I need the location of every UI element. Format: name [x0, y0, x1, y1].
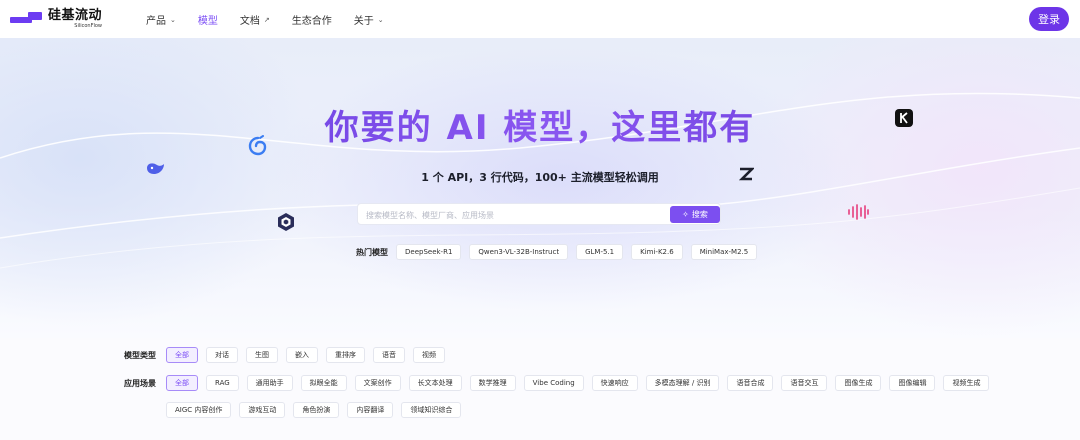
hot-model-chip[interactable]: GLM-5.1	[576, 244, 624, 260]
hot-model-chip[interactable]: Kimi-K2.6	[631, 244, 683, 260]
scene-chip[interactable]: 通用助手	[246, 375, 293, 391]
scene-chip[interactable]: 长文本处理	[408, 375, 462, 391]
scene-chip[interactable]: 语音交互	[781, 375, 828, 391]
type-chip[interactable]: 嵌入	[286, 347, 318, 363]
type-chip[interactable]: 语音	[373, 347, 405, 363]
search-button[interactable]: ✧ 搜索	[670, 206, 720, 223]
menu-item-label: 产品	[146, 16, 166, 27]
model-type-label: 模型类型	[124, 350, 156, 360]
external-link-icon: ↗	[263, 15, 270, 24]
hot-model-chip[interactable]: Qwen3-VL-32B-Instruct	[469, 244, 569, 260]
search-button-label: 搜索	[691, 210, 708, 219]
scene-filter-row-2: AIGC 内容创作 游戏互动 角色扮演 内容翻译 领域知识综合	[166, 402, 469, 418]
menu-item-label: 模型	[197, 16, 218, 27]
scene-chip[interactable]: 内容翻译	[347, 402, 394, 418]
model-search-box: ✧ 搜索	[357, 203, 721, 225]
scene-chip[interactable]: 图像生成	[835, 375, 882, 391]
scene-chip[interactable]: RAG	[206, 375, 239, 391]
sparkle-icon: ✧	[682, 210, 689, 219]
scene-chip-all[interactable]: 全部	[166, 375, 198, 391]
menu-item-label: 关于	[353, 16, 374, 27]
model-search-input[interactable]	[366, 207, 666, 223]
filter-panel: 模型类型 全部 对话 生图 嵌入 重排序 语音 视频 应用场景 全部 RAG 通…	[0, 338, 1080, 440]
brand-logo[interactable]: 硅基流动 SiliconFlow	[10, 9, 102, 29]
menu-item-label: 文档	[239, 16, 260, 27]
type-chip-all[interactable]: 全部	[166, 347, 198, 363]
menu-item-docs[interactable]: 文档 ↗	[239, 12, 270, 28]
type-chip[interactable]: 重排序	[326, 347, 365, 363]
top-nav: 硅基流动 SiliconFlow 产品 ⌄ 模型 文档 ↗ 生态合作 关于 ⌄ …	[0, 0, 1080, 38]
whale-logo-icon	[144, 157, 166, 179]
scene-chip[interactable]: 多模态理解 / 识别	[645, 375, 720, 391]
main-menu: 产品 ⌄ 模型 文档 ↗ 生态合作 关于 ⌄	[146, 12, 406, 28]
brand-mark-icon	[10, 10, 42, 28]
scene-label: 应用场景	[124, 378, 156, 388]
menu-item-ecosystem[interactable]: 生态合作	[292, 12, 332, 27]
hot-models-row: 热门模型 DeepSeek-R1 Qwen3-VL-32B-Instruct G…	[356, 244, 765, 260]
scene-chip[interactable]: 视频生成	[943, 375, 990, 391]
menu-item-about[interactable]: 关于 ⌄	[353, 12, 384, 28]
scene-filter-row: 应用场景 全部 RAG 通用助手 拟眼全能 文案创作 长文本处理 数学推理 Vi…	[124, 375, 997, 391]
scene-chip[interactable]: 图像编辑	[889, 375, 936, 391]
type-chip[interactable]: 生图	[246, 347, 278, 363]
type-chip[interactable]: 对话	[206, 347, 238, 363]
swirl-logo-icon	[245, 133, 271, 159]
scene-chip[interactable]: 角色扮演	[293, 402, 340, 418]
scene-chip[interactable]: AIGC 内容创作	[166, 402, 232, 418]
soundwave-logo-icon	[844, 200, 872, 224]
scene-chip[interactable]: 数学推理	[469, 375, 516, 391]
scene-chip[interactable]: 领域知识综合	[401, 402, 462, 418]
scene-chip[interactable]: 拟眼全能	[300, 375, 347, 391]
hot-model-chip[interactable]: DeepSeek-R1	[396, 244, 462, 260]
hot-model-chip[interactable]: MiniMax-M2.5	[690, 244, 758, 260]
hot-models-label: 热门模型	[356, 247, 388, 257]
type-chip[interactable]: 视频	[413, 347, 445, 363]
chevron-down-icon: ⌄	[377, 15, 384, 24]
scene-chip[interactable]: 文案创作	[354, 375, 401, 391]
scene-chip[interactable]: 语音合成	[727, 375, 774, 391]
hexagon-logo-icon	[274, 210, 298, 234]
hero-section: 你要的 AI 模型，这里都有 1 个 API，3 行代码，100+ 主流模型轻松…	[0, 38, 1080, 338]
brand-name-en: SiliconFlow	[74, 23, 103, 29]
chevron-down-icon: ⌄	[170, 15, 176, 24]
model-type-filter-row: 模型类型 全部 对话 生图 嵌入 重排序 语音 视频	[124, 347, 453, 363]
z-logo-icon	[734, 162, 758, 186]
hero-title: 你要的 AI 模型，这里都有	[0, 100, 1080, 149]
scene-chip[interactable]: 游戏互动	[239, 402, 286, 418]
k-logo-icon	[893, 107, 915, 129]
menu-item-products[interactable]: 产品 ⌄	[146, 12, 176, 28]
menu-item-label: 生态合作	[291, 16, 332, 27]
scene-chip[interactable]: Vibe Coding	[523, 375, 584, 391]
login-button[interactable]: 登录	[1029, 7, 1069, 31]
brand-name: 硅基流动	[48, 8, 103, 23]
scene-chip[interactable]: 快速响应	[591, 375, 638, 391]
wave-decoration	[0, 92, 1080, 269]
menu-item-models[interactable]: 模型	[198, 12, 218, 27]
